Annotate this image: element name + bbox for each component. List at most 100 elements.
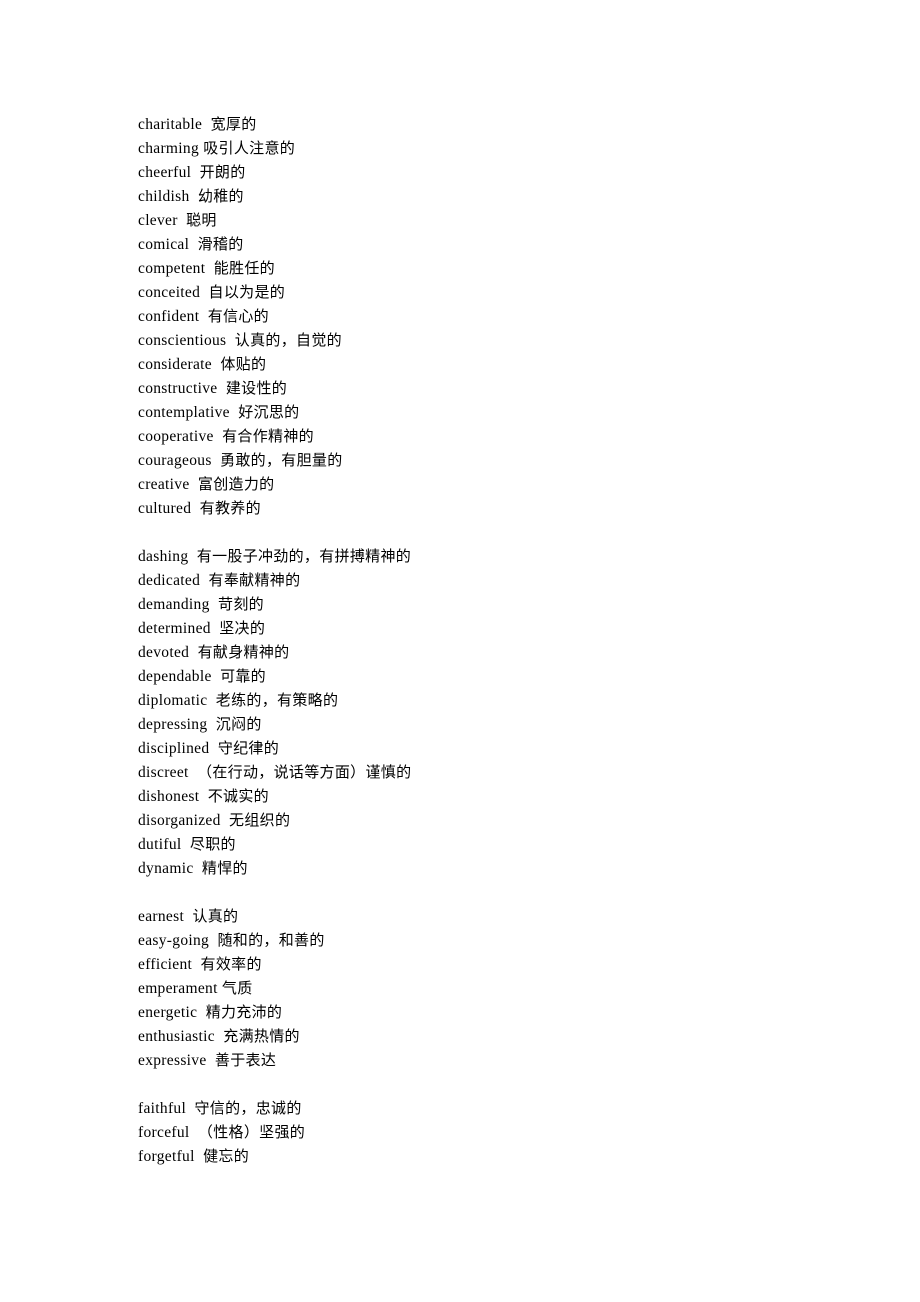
vocabulary-entry: conceited 自以为是的: [138, 280, 838, 304]
entry-gloss: 苛刻的: [218, 595, 264, 613]
entry-term: clever: [138, 212, 178, 229]
entry-term: energetic: [138, 1004, 198, 1021]
entry-gloss: 宽厚的: [210, 115, 257, 133]
vocabulary-entry: dedicated 有奉献精神的: [138, 568, 838, 592]
entry-separator: [190, 476, 198, 493]
entry-term: devoted: [138, 644, 190, 661]
entry-term: charming: [138, 140, 200, 157]
entry-separator: [214, 428, 222, 445]
entry-term: dishonest: [138, 788, 200, 805]
entry-term: creative: [138, 476, 190, 493]
entry-term: childish: [138, 188, 190, 205]
vocabulary-entry: easy-going 随和的，和善的: [138, 928, 838, 952]
entry-gloss: 有合作精神的: [222, 427, 314, 445]
vocabulary-entry: depressing 沉闷的: [138, 712, 838, 736]
entry-term: determined: [138, 620, 211, 637]
entry-separator: [217, 380, 225, 397]
vocabulary-group: dashing 有一股子冲劲的，有拼搏精神的 dedicated 有奉献精神的 de…: [138, 544, 838, 880]
vocabulary-entry: diplomatic 老练的，有策略的: [138, 688, 838, 712]
entry-gloss: 能胜任的: [213, 259, 275, 277]
vocabulary-entry: creative 富创造力的: [138, 472, 838, 496]
vocabulary-entry: disorganized 无组织的: [138, 808, 838, 832]
entry-term: cheerful: [138, 164, 192, 181]
entry-separator: [189, 764, 197, 781]
entry-separator: [178, 212, 186, 229]
vocabulary-group: charitable 宽厚的 charming 吸引人注意的 cheerful 开朗…: [138, 112, 838, 520]
vocabulary-entry: energetic 精力充沛的: [138, 1000, 838, 1024]
entry-term: conceited: [138, 284, 201, 301]
vocabulary-entry: devoted 有献身精神的: [138, 640, 838, 664]
vocabulary-entry: confident 有信心的: [138, 304, 838, 328]
entry-separator: [199, 788, 207, 805]
entry-term: depressing: [138, 716, 208, 733]
vocabulary-entry: cooperative 有合作精神的: [138, 424, 838, 448]
entry-term: dependable: [138, 668, 212, 685]
vocabulary-entry: expressive 善于表达: [138, 1048, 838, 1072]
entry-separator: [189, 236, 197, 253]
entry-term: confident: [138, 308, 200, 325]
entry-gloss: 认真的: [192, 907, 239, 925]
vocabulary-entry: dependable 可靠的: [138, 664, 838, 688]
vocabulary-entry: forceful （性格）坚强的: [138, 1120, 838, 1144]
vocabulary-entry: efficient 有效率的: [138, 952, 838, 976]
entry-separator: [207, 692, 215, 709]
entry-term: considerate: [138, 356, 212, 373]
entry-gloss: 体贴的: [220, 355, 267, 373]
entry-gloss: 好沉思的: [238, 403, 300, 421]
entry-term: dashing: [138, 548, 189, 565]
entry-separator: [207, 716, 215, 733]
entry-separator: [210, 596, 218, 613]
entry-gloss: 精力充沛的: [205, 1003, 283, 1021]
entry-term: discreet: [138, 764, 189, 781]
entry-separator: [212, 452, 220, 469]
entry-gloss: 有信心的: [207, 307, 269, 325]
entry-gloss: 滑稽的: [197, 235, 244, 253]
vocabulary-entry: cultured 有教养的: [138, 496, 838, 520]
entry-gloss: 有一股子冲劲的，有拼搏精神的: [196, 547, 412, 565]
entry-term: contemplative: [138, 404, 230, 421]
vocabulary-entry: contemplative 好沉思的: [138, 400, 838, 424]
entry-gloss: 幼稚的: [197, 187, 244, 205]
entry-term: cultured: [138, 500, 192, 517]
entry-separator: [190, 1124, 198, 1141]
entry-gloss: 气质: [221, 979, 253, 997]
entry-gloss: 有奉献精神的: [208, 571, 301, 589]
entry-separator: [200, 572, 208, 589]
entry-separator: [209, 740, 217, 757]
entry-separator: [194, 860, 202, 877]
entry-term: forgetful: [138, 1148, 195, 1165]
entry-separator: [190, 188, 198, 205]
entry-gloss: 吸引人注意的: [203, 139, 296, 157]
entry-separator: [191, 500, 199, 517]
entry-gloss: 聪明: [186, 211, 217, 229]
vocabulary-entry: dashing 有一股子冲劲的，有拼搏精神的: [138, 544, 838, 568]
entry-separator: [202, 116, 210, 133]
entry-separator: [192, 956, 200, 973]
entry-gloss: 尽职的: [189, 835, 236, 853]
entry-gloss: 不诚实的: [207, 787, 269, 805]
entry-gloss: 自以为是的: [208, 283, 286, 301]
entry-gloss: （在行动，说话等方面）谨慎的: [197, 763, 412, 781]
vocabulary-entry: dishonest 不诚实的: [138, 784, 838, 808]
entry-term: demanding: [138, 596, 210, 613]
entry-term: efficient: [138, 956, 193, 973]
vocabulary-entry: earnest 认真的: [138, 904, 838, 928]
vocabulary-entry: disciplined 守纪律的: [138, 736, 838, 760]
vocabulary-entry: emperament 气质: [138, 976, 838, 1000]
entry-separator: [191, 164, 199, 181]
entry-gloss: 守信的，忠诚的: [194, 1099, 302, 1117]
entry-gloss: 老练的，有策略的: [215, 691, 339, 709]
vocabulary-entry: demanding 苛刻的: [138, 592, 838, 616]
entry-term: constructive: [138, 380, 218, 397]
entry-gloss: 坚决的: [219, 619, 266, 637]
entry-separator: [200, 284, 208, 301]
entry-gloss: 守纪律的: [217, 739, 280, 757]
vocabulary-entry: discreet （在行动，说话等方面）谨慎的: [138, 760, 838, 784]
vocabulary-entry: forgetful 健忘的: [138, 1144, 838, 1168]
entry-separator: [182, 836, 190, 853]
entry-term: conscientious: [138, 332, 227, 349]
entry-term: easy-going: [138, 932, 210, 949]
vocabulary-entry: dynamic 精悍的: [138, 856, 838, 880]
entry-term: diplomatic: [138, 692, 208, 709]
entry-gloss: 开朗的: [199, 163, 246, 181]
